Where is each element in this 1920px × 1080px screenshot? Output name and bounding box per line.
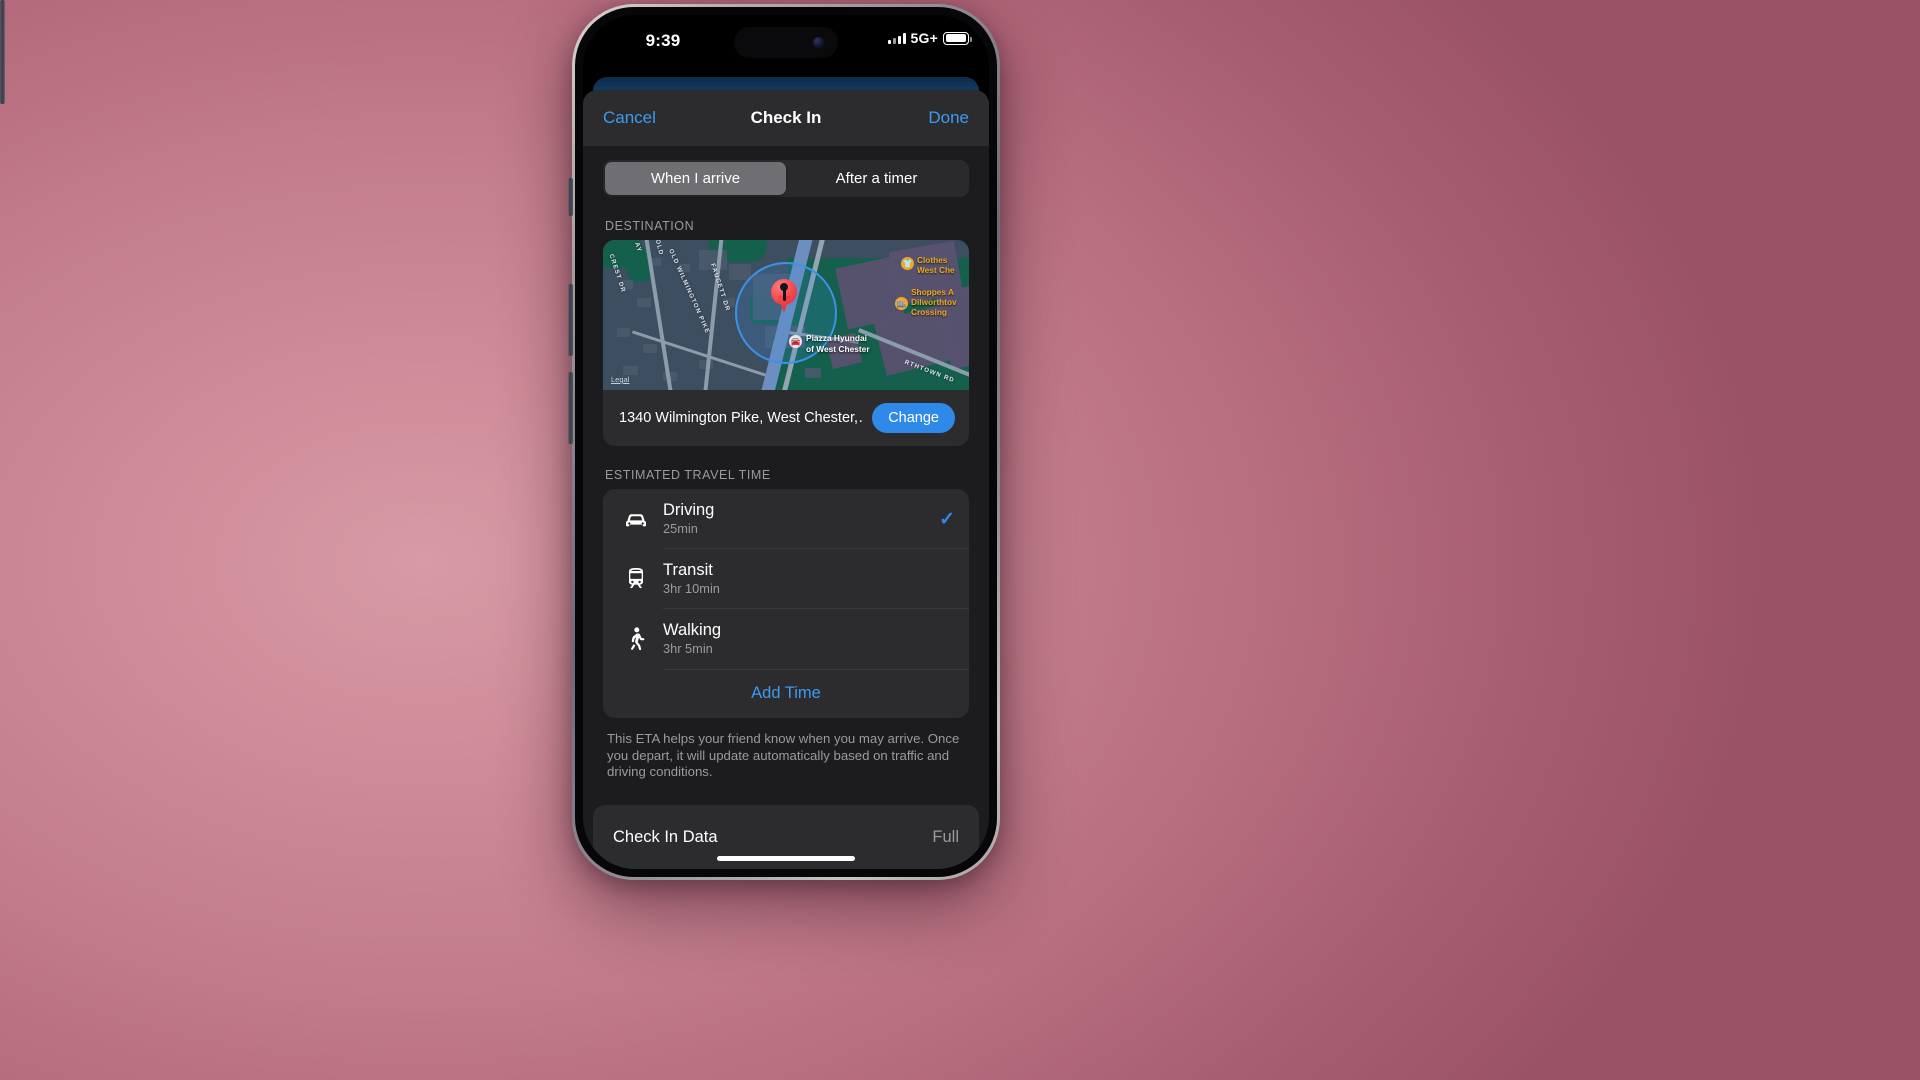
shop-icon: 🏬 [895, 297, 908, 310]
travel-option-text: Transit 3hr 10min [653, 561, 955, 597]
map-poi-line2: Dilworthtov [911, 297, 957, 307]
destination-card: OLD AY CREST DR OLD WILMINGTON PIKE FAUC… [603, 240, 969, 446]
home-indicator[interactable] [717, 856, 855, 861]
phone-screen: 9:39 5G+ Cancel Check In Done When I arr… [583, 15, 989, 869]
segmented-control-wrapper: When I arrive After a timer [583, 146, 989, 197]
segmented-control: When I arrive After a timer [603, 160, 969, 197]
eta-footer-note: This ETA helps your friend know when you… [607, 731, 960, 779]
travel-option-name: Transit [663, 561, 713, 579]
map-poi-label: Shoppes A Dilworthtov Crossing [911, 287, 957, 317]
segment-when-i-arrive[interactable]: When I arrive [605, 162, 786, 195]
destination-address: 1340 Wilmington Pike, West Chester,… [619, 410, 863, 426]
navigation-bar: Cancel Check In Done [583, 90, 989, 146]
walking-icon [619, 627, 653, 651]
status-bar: 9:39 5G+ [583, 15, 989, 69]
tshirt-icon: 👕 [901, 257, 914, 270]
front-camera-icon [813, 37, 824, 48]
travel-option-text: Walking 3hr 5min [653, 621, 955, 657]
travel-options-card: Driving 25min ✓ Transit 3hr 10min Walkin… [603, 489, 969, 718]
travel-option-transit[interactable]: Transit 3hr 10min [603, 549, 969, 609]
travel-option-text: Driving 25min [653, 501, 939, 537]
travel-option-duration: 25min [663, 521, 698, 536]
done-button[interactable]: Done [928, 108, 969, 128]
change-destination-button[interactable]: Change [872, 403, 955, 433]
map-poi-line1: Clothes [917, 255, 948, 265]
volume-up-button[interactable] [568, 284, 573, 356]
network-type-label: 5G+ [910, 30, 938, 46]
add-time-label: Add Time [751, 684, 821, 702]
car-icon [619, 509, 653, 529]
map-poi-line3: Crossing [911, 307, 947, 317]
map-building [805, 368, 821, 378]
map-poi-line1: Shoppes A [911, 287, 955, 297]
map-poi-label: Clothes West Che [917, 255, 955, 275]
map-building [637, 298, 651, 307]
map-building [643, 344, 657, 353]
map-building [617, 328, 630, 337]
dynamic-island [734, 27, 838, 58]
check-in-data-value: Full [932, 827, 959, 846]
map-place-line1: Piazza Hyundai [806, 333, 867, 343]
map-legal-link[interactable]: Legal [611, 375, 629, 384]
map-pin-icon [771, 279, 797, 313]
segment-after-a-timer[interactable]: After a timer [786, 162, 967, 195]
travel-option-duration: 3hr 5min [663, 641, 713, 656]
cellular-bars-icon [887, 32, 906, 44]
map-building [623, 366, 638, 375]
map-place-label: Piazza Hyundai of West Chester [806, 333, 870, 354]
travel-option-name: Walking [663, 621, 722, 639]
travel-section-header: ESTIMATED TRAVEL TIME [605, 468, 771, 482]
volume-down-button[interactable] [568, 372, 573, 444]
map-poi-line2: West Che [917, 265, 955, 275]
power-button[interactable] [0, 0, 5, 104]
divider [663, 669, 969, 670]
train-icon [619, 567, 653, 591]
car-dealer-icon: 🚘 [789, 335, 802, 348]
travel-option-walking[interactable]: Walking 3hr 5min [603, 609, 969, 669]
status-indicators: 5G+ [887, 30, 972, 46]
destination-section-header: DESTINATION [605, 219, 695, 233]
check-in-data-label: Check In Data [613, 827, 718, 846]
destination-map[interactable]: OLD AY CREST DR OLD WILMINGTON PIKE FAUC… [603, 240, 969, 390]
travel-option-name: Driving [663, 501, 715, 519]
add-time-button[interactable]: Add Time [603, 669, 969, 718]
checkmark-icon: ✓ [939, 508, 955, 530]
check-in-sheet: Cancel Check In Done When I arrive After… [583, 90, 989, 869]
travel-option-driving[interactable]: Driving 25min ✓ [603, 489, 969, 549]
travel-option-duration: 3hr 10min [663, 581, 720, 596]
destination-address-row: 1340 Wilmington Pike, West Chester,… Cha… [603, 390, 969, 446]
battery-full-icon [943, 31, 972, 45]
cancel-button[interactable]: Cancel [603, 108, 656, 128]
status-time: 9:39 [645, 31, 681, 50]
map-place-line2: of West Chester [806, 343, 870, 354]
action-button[interactable] [568, 178, 573, 216]
